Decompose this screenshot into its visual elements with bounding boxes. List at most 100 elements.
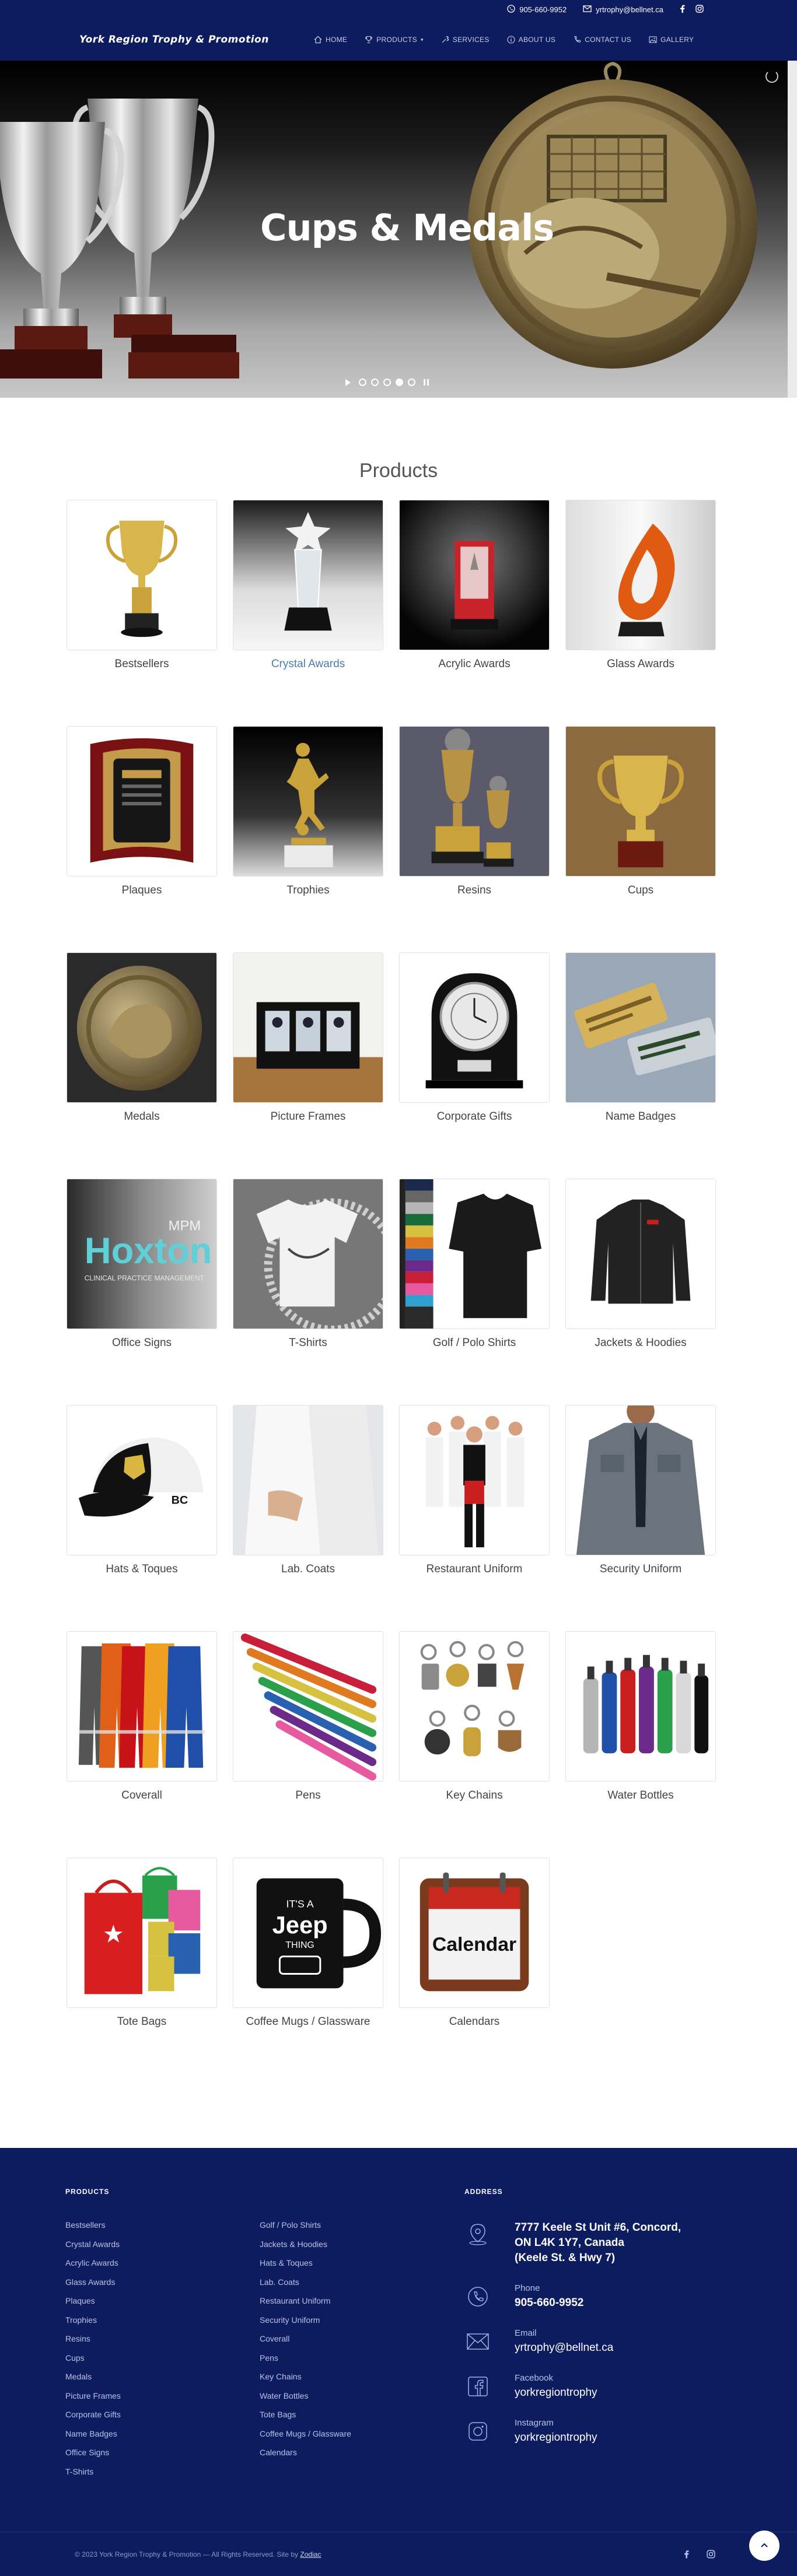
- product-label[interactable]: Jackets & Hoodies: [565, 1337, 716, 1350]
- product-card-golf-polo-shirts[interactable]: Golf / Polo Shirts: [399, 1179, 550, 1350]
- footer-link[interactable]: Restaurant Uniform: [260, 2296, 454, 2315]
- product-label[interactable]: T-Shirts: [233, 1337, 383, 1350]
- product-label[interactable]: Cups: [565, 884, 716, 897]
- product-image[interactable]: [67, 1857, 217, 2008]
- product-image[interactable]: [67, 726, 217, 877]
- product-card-medals[interactable]: Medals: [67, 952, 217, 1123]
- product-image[interactable]: Hoxton MPM CLINICAL PRACTICE MANAGEMENT: [67, 1179, 217, 1329]
- product-image[interactable]: [233, 1179, 383, 1329]
- product-label[interactable]: Bestsellers: [67, 658, 217, 671]
- product-image[interactable]: [233, 500, 383, 650]
- footer-link[interactable]: Corporate Gifts: [65, 2410, 260, 2429]
- footer-facebook[interactable]: yorkregiontrophy: [515, 2385, 597, 2400]
- product-image[interactable]: BC: [67, 1405, 217, 1555]
- product-image[interactable]: [399, 952, 550, 1103]
- product-label[interactable]: Tote Bags: [67, 2016, 217, 2028]
- footer-link[interactable]: Resins: [65, 2334, 260, 2353]
- product-card-coffee-mugs[interactable]: IT'S A Jeep THING Coffee Mugs / Glasswar…: [233, 1857, 383, 2028]
- product-label[interactable]: Key Chains: [399, 1789, 550, 1802]
- footer-instagram[interactable]: yorkregiontrophy: [515, 2430, 597, 2445]
- product-label[interactable]: Coverall: [67, 1789, 217, 1802]
- nav-contact[interactable]: CONTACT US: [573, 36, 631, 44]
- footer-link[interactable]: Water Bottles: [260, 2391, 454, 2410]
- product-label[interactable]: Resins: [399, 884, 550, 897]
- product-image[interactable]: [565, 1405, 716, 1555]
- scrollbar-track[interactable]: [788, 61, 797, 398]
- footer-link[interactable]: T-Shirts: [65, 2467, 260, 2486]
- topbar-phone[interactable]: 905-660-9952: [507, 4, 567, 15]
- facebook-icon[interactable]: [684, 2550, 689, 2560]
- product-card-name-badges[interactable]: Name Badges: [565, 952, 716, 1123]
- footer-link[interactable]: Tote Bags: [260, 2410, 454, 2429]
- product-image[interactable]: [399, 500, 550, 650]
- product-image[interactable]: IT'S A Jeep THING: [233, 1857, 383, 2008]
- product-image[interactable]: [399, 1405, 550, 1555]
- product-label[interactable]: Plaques: [67, 884, 217, 897]
- product-label[interactable]: Crystal Awards: [233, 658, 383, 671]
- product-image[interactable]: [67, 952, 217, 1103]
- footer-link[interactable]: Plaques: [65, 2296, 260, 2315]
- product-card-key-chains[interactable]: Key Chains: [399, 1631, 550, 1802]
- nav-home[interactable]: HOME: [314, 36, 347, 44]
- footer-link[interactable]: Lab. Coats: [260, 2277, 454, 2297]
- product-card-security-uniform[interactable]: Security Uniform: [565, 1405, 716, 1576]
- site-logo[interactable]: York Region Trophy & Promotion: [79, 34, 314, 45]
- product-card-coverall[interactable]: Coverall: [67, 1631, 217, 1802]
- product-label[interactable]: Golf / Polo Shirts: [399, 1337, 550, 1350]
- nav-services[interactable]: SERVICES: [441, 36, 490, 44]
- product-card-bestsellers[interactable]: Bestsellers: [67, 500, 217, 671]
- footer-link[interactable]: Cups: [65, 2353, 260, 2372]
- footer-link[interactable]: Glass Awards: [65, 2277, 260, 2297]
- product-image[interactable]: [67, 500, 217, 650]
- product-card-tote-bags[interactable]: Tote Bags: [67, 1857, 217, 2028]
- product-card-t-shirts[interactable]: T-Shirts: [233, 1179, 383, 1350]
- product-card-picture-frames[interactable]: Picture Frames: [233, 952, 383, 1123]
- product-label[interactable]: Glass Awards: [565, 658, 716, 671]
- facebook-icon[interactable]: [680, 5, 685, 15]
- product-image[interactable]: [233, 952, 383, 1103]
- product-card-jackets-hoodies[interactable]: Jackets & Hoodies: [565, 1179, 716, 1350]
- credit-link[interactable]: Zodiac: [300, 2550, 321, 2559]
- hero-slider[interactable]: Cups & Medals: [0, 61, 788, 398]
- footer-link[interactable]: Jackets & Hoodies: [260, 2239, 454, 2259]
- footer-link[interactable]: Name Badges: [65, 2429, 260, 2448]
- instagram-icon[interactable]: [707, 2550, 715, 2560]
- product-label[interactable]: Trophies: [233, 884, 383, 897]
- footer-link[interactable]: Golf / Polo Shirts: [260, 2220, 454, 2239]
- footer-link[interactable]: Bestsellers: [65, 2220, 260, 2239]
- product-card-pens[interactable]: Pens: [233, 1631, 383, 1802]
- product-label[interactable]: Calendars: [399, 2016, 550, 2028]
- product-image[interactable]: [565, 1179, 716, 1329]
- product-image[interactable]: [233, 1405, 383, 1555]
- footer-phone[interactable]: 905-660-9952: [515, 2295, 583, 2311]
- footer-link[interactable]: Medals: [65, 2372, 260, 2391]
- product-label[interactable]: Coffee Mugs / Glassware: [233, 2016, 383, 2028]
- product-card-glass-awards[interactable]: Glass Awards: [565, 500, 716, 671]
- product-card-trophies[interactable]: Trophies: [233, 726, 383, 897]
- product-label[interactable]: Restaurant Uniform: [399, 1563, 550, 1576]
- slider-dot-5[interactable]: [408, 378, 415, 386]
- product-card-corporate-gifts[interactable]: Corporate Gifts: [399, 952, 550, 1123]
- pause-icon[interactable]: [424, 379, 429, 385]
- product-label[interactable]: Corporate Gifts: [399, 1110, 550, 1123]
- footer-link[interactable]: Office Signs: [65, 2448, 260, 2467]
- product-card-cups[interactable]: Cups: [565, 726, 716, 897]
- product-label[interactable]: Security Uniform: [565, 1563, 716, 1576]
- footer-link[interactable]: Calendars: [260, 2448, 454, 2467]
- nav-gallery[interactable]: GALLERY: [649, 36, 694, 44]
- product-image[interactable]: Calendar: [399, 1857, 550, 2008]
- nav-about[interactable]: ABOUT US: [507, 36, 556, 44]
- product-image[interactable]: [233, 726, 383, 877]
- product-card-plaques[interactable]: Plaques: [67, 726, 217, 897]
- product-label[interactable]: Acrylic Awards: [399, 658, 550, 671]
- instagram-icon[interactable]: [695, 4, 704, 15]
- slider-dot-2[interactable]: [371, 378, 379, 386]
- product-card-calendars[interactable]: Calendar Calendars: [399, 1857, 550, 2028]
- product-card-office-signs[interactable]: Hoxton MPM CLINICAL PRACTICE MANAGEMENT …: [67, 1179, 217, 1350]
- product-image[interactable]: [399, 1179, 550, 1329]
- product-image[interactable]: [565, 1631, 716, 1782]
- product-image[interactable]: [233, 1631, 383, 1782]
- footer-link[interactable]: Crystal Awards: [65, 2239, 260, 2259]
- product-image[interactable]: [399, 1631, 550, 1782]
- product-image[interactable]: [565, 952, 716, 1103]
